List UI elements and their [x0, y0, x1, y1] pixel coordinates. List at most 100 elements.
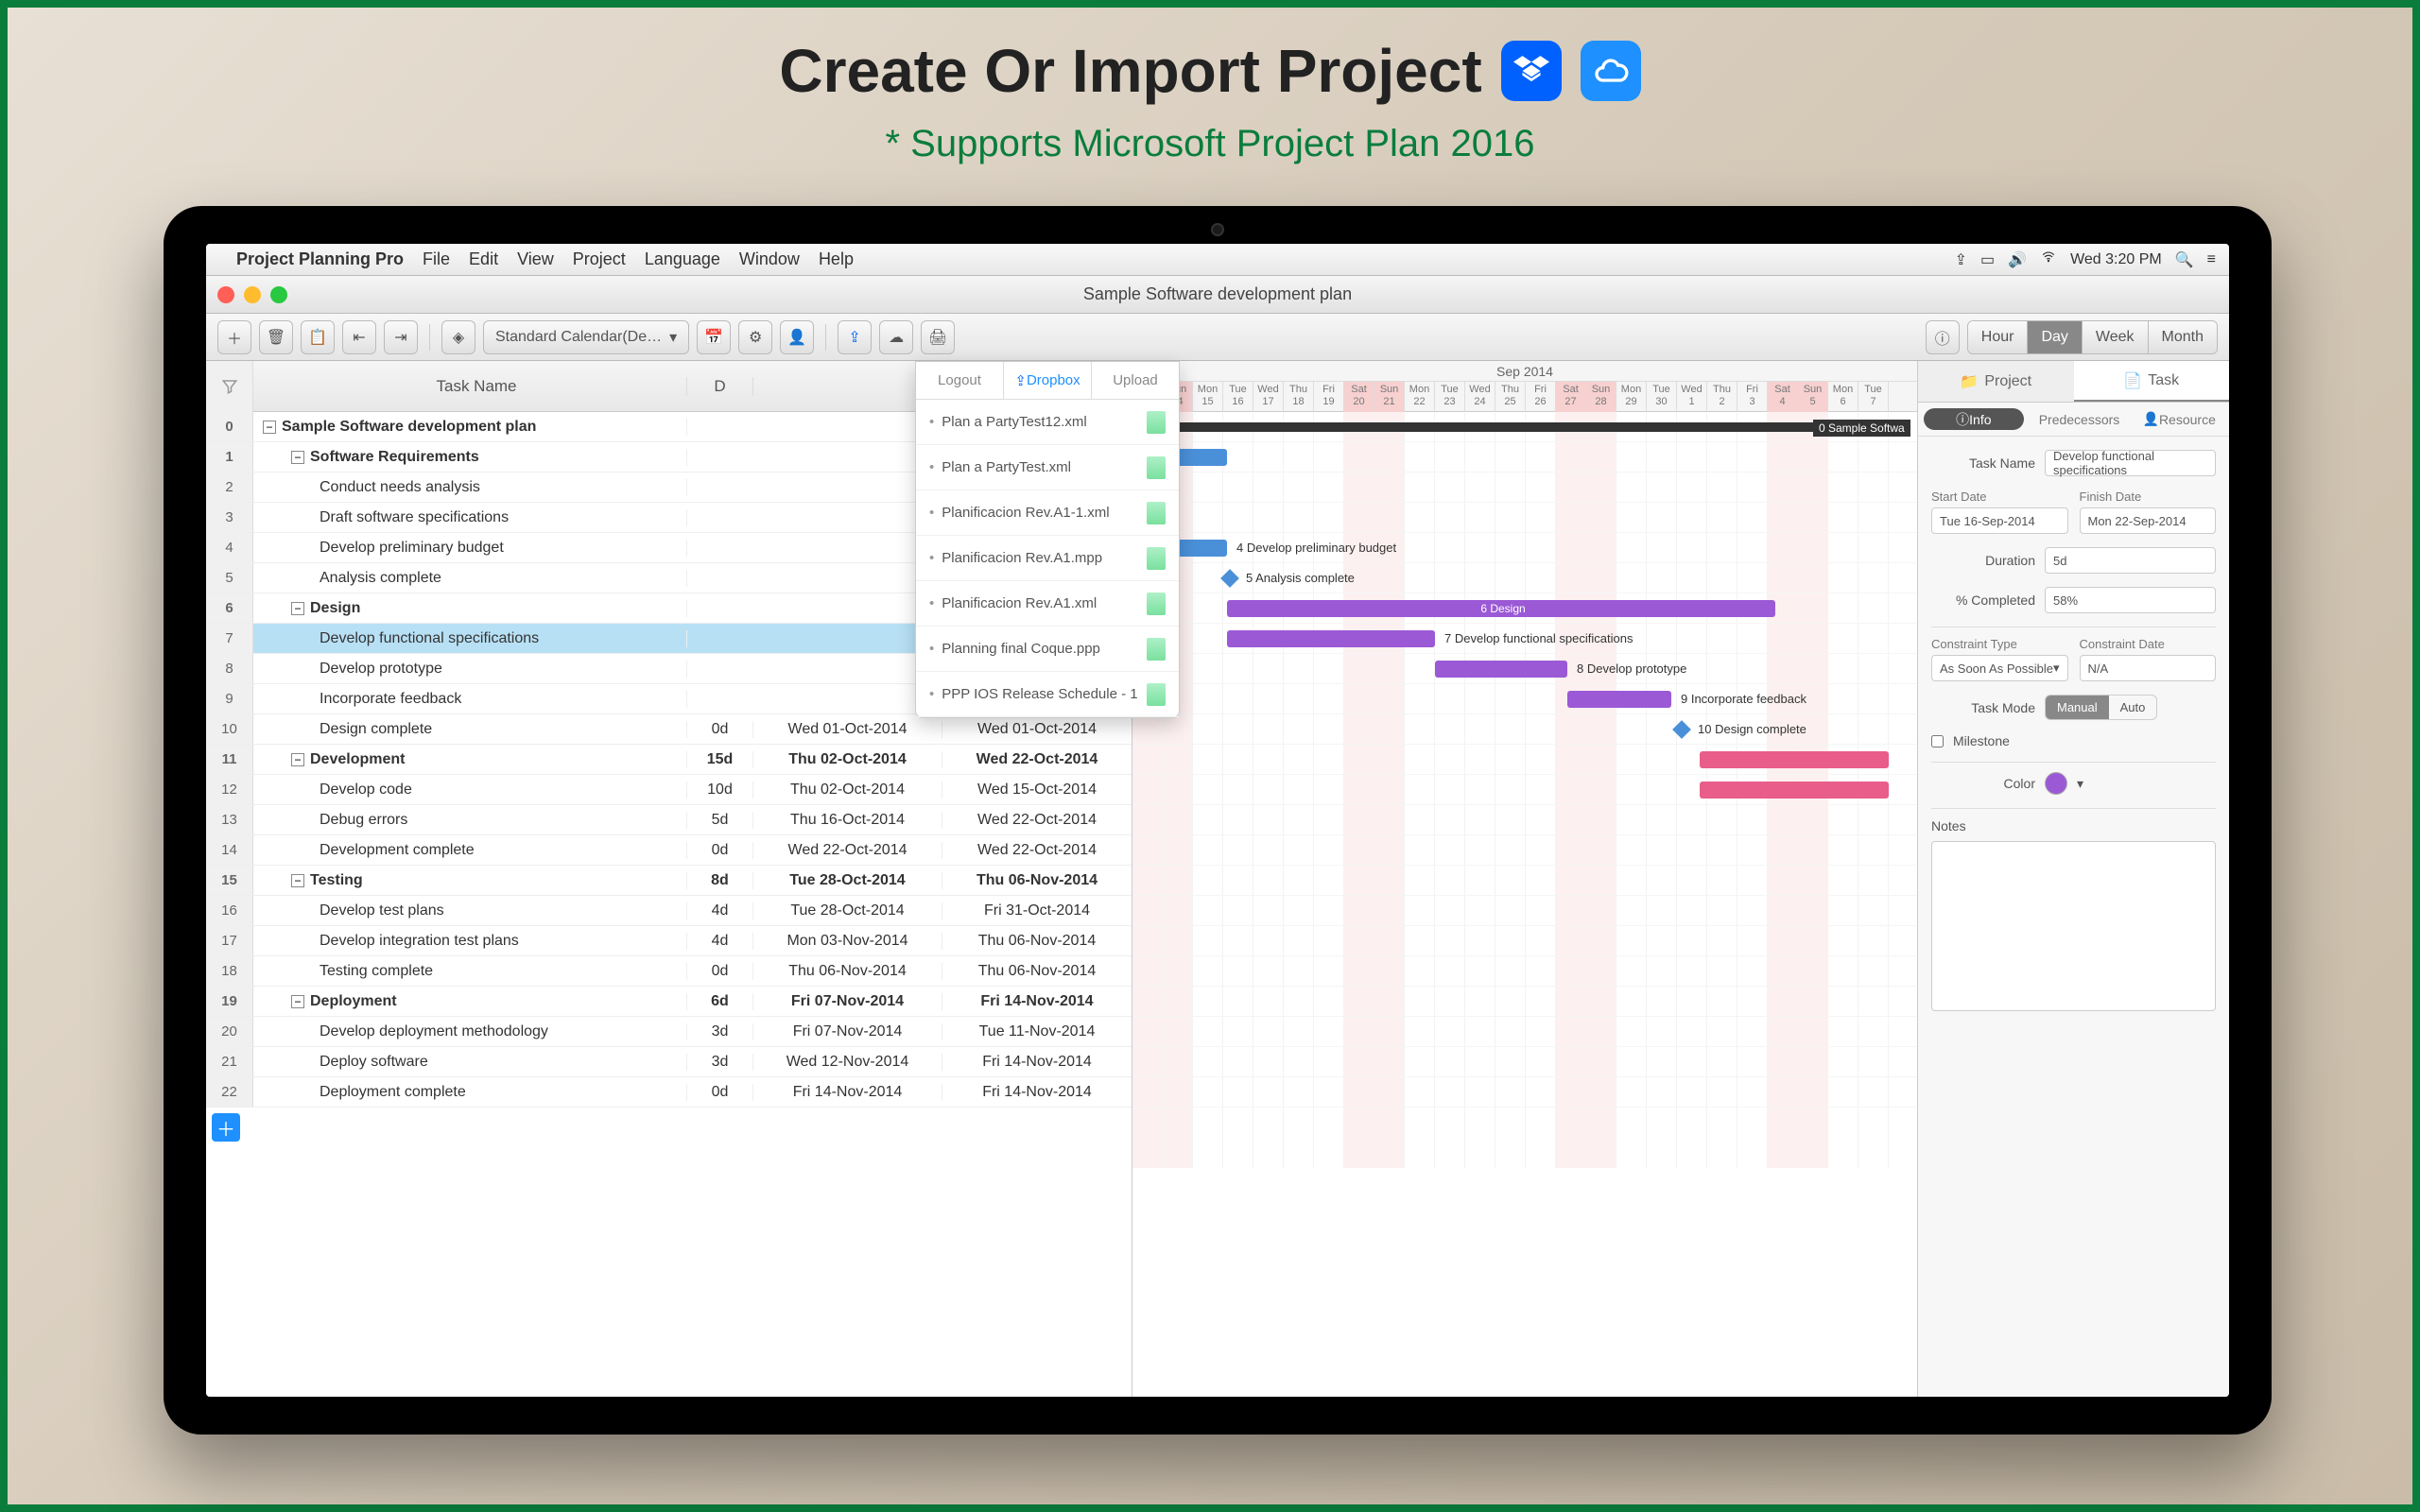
scale-month[interactable]: Month [2149, 321, 2217, 353]
filter-button[interactable] [206, 361, 253, 412]
dropdown-file-item[interactable]: •Planning final Coque.ppp [916, 627, 1179, 672]
subtab-info[interactable]: ⓘ Info [1924, 408, 2024, 430]
minimize-window-button[interactable] [244, 286, 261, 303]
volume-icon[interactable]: 🔊 [2008, 250, 2027, 269]
dropdown-file-item[interactable]: •Plan a PartyTest12.xml [916, 400, 1179, 445]
subtab-resource[interactable]: 👤 Resource [2129, 403, 2229, 436]
collapse-icon[interactable]: − [291, 602, 304, 615]
tab-project[interactable]: 📁 Project [1918, 361, 2074, 402]
notes-textarea[interactable] [1931, 841, 2216, 1011]
gantt-bar[interactable] [1700, 751, 1889, 768]
task-name-input[interactable]: Develop functional specifications [2045, 450, 2216, 476]
collapse-icon[interactable]: − [291, 451, 304, 464]
add-row-button[interactable]: ＋ [212, 1113, 240, 1142]
start-date-input[interactable]: Tue 16-Sep-2014 [1931, 507, 2068, 534]
dropdown-file-item[interactable]: •Plan a PartyTest.xml [916, 445, 1179, 490]
gantt-summary-bar[interactable] [1132, 422, 1889, 432]
menu-edit[interactable]: Edit [469, 249, 498, 269]
gantt-panel[interactable]: Sep 2014 Sat13Sun14Mon15Tue16Wed17Thu18F… [1132, 361, 1917, 1397]
col-task-name[interactable]: Task Name [253, 377, 687, 396]
table-row[interactable]: 15 −Testing 8d Tue 28-Oct-2014 Thu 06-No… [206, 866, 1132, 896]
menu-project[interactable]: Project [573, 249, 626, 269]
menu-file[interactable]: File [423, 249, 450, 269]
color-swatch[interactable] [2045, 772, 2067, 795]
zoom-window-button[interactable] [270, 286, 287, 303]
document-icon [1147, 683, 1166, 706]
table-row[interactable]: 20 Develop deployment methodology 3d Fri… [206, 1017, 1132, 1047]
gantt-milestone[interactable] [1672, 720, 1691, 739]
dropdown-file-item[interactable]: •PPP IOS Release Schedule - 1 [916, 672, 1179, 717]
spotlight-icon[interactable]: 🔍 [2175, 250, 2194, 269]
tab-task[interactable]: 📄 Task [2074, 361, 2230, 402]
menu-help[interactable]: Help [819, 249, 854, 269]
dropbox-status-icon[interactable]: ⇪ [1955, 250, 1967, 269]
table-row[interactable]: 13 Debug errors 5d Thu 16-Oct-2014 Wed 2… [206, 805, 1132, 835]
col-duration[interactable]: D [687, 377, 753, 396]
outdent-button[interactable]: ⇤ [342, 320, 376, 354]
menu-language[interactable]: Language [645, 249, 720, 269]
table-row[interactable]: 22 Deployment complete 0d Fri 14-Nov-201… [206, 1077, 1132, 1108]
settings-button[interactable]: ⚙ [738, 320, 772, 354]
gantt-bar[interactable] [1700, 782, 1889, 799]
delete-task-button[interactable]: 🗑 [259, 320, 293, 354]
gantt-bar[interactable] [1227, 630, 1435, 647]
mode-auto[interactable]: Auto [2109, 696, 2157, 719]
menubar-clock[interactable]: Wed 3:20 PM [2070, 251, 2162, 268]
resource-button[interactable]: 👤 [780, 320, 814, 354]
collapse-icon[interactable]: − [263, 421, 276, 434]
dropbox-button[interactable]: ⇪ [838, 320, 872, 354]
menu-list-icon[interactable]: ≡ [2207, 251, 2216, 268]
link-button[interactable]: ◈ [441, 320, 475, 354]
dropdown-upload[interactable]: Upload [1092, 362, 1179, 399]
milestone-checkbox[interactable] [1931, 735, 1944, 747]
dropdown-file-item[interactable]: •Planificacion Rev.A1.mpp [916, 536, 1179, 581]
duration-input[interactable]: 5d [2045, 547, 2216, 574]
gantt-row [1132, 866, 1917, 896]
wifi-icon[interactable] [2040, 250, 2057, 268]
gantt-milestone[interactable] [1220, 569, 1239, 588]
copy-button[interactable]: 📋 [301, 320, 335, 354]
collapse-icon[interactable]: − [291, 753, 304, 766]
subtab-predecessors[interactable]: Predecessors [2030, 403, 2130, 436]
document-icon [1147, 547, 1166, 570]
constraint-type-select[interactable]: As Soon As Possible ▾ [1931, 655, 2068, 681]
gantt-bar[interactable] [1567, 691, 1671, 708]
display-icon[interactable]: ▭ [1980, 250, 1995, 269]
table-row[interactable]: 19 −Deployment 6d Fri 07-Nov-2014 Fri 14… [206, 987, 1132, 1017]
table-row[interactable]: 10 Design complete 0d Wed 01-Oct-2014 We… [206, 714, 1132, 745]
table-row[interactable]: 11 −Development 15d Thu 02-Oct-2014 Wed … [206, 745, 1132, 775]
table-row[interactable]: 21 Deploy software 3d Wed 12-Nov-2014 Fr… [206, 1047, 1132, 1077]
gantt-bar[interactable]: 6 Design [1227, 600, 1775, 617]
task-mode-toggle[interactable]: Manual Auto [2045, 695, 2157, 720]
gantt-bar[interactable] [1435, 661, 1567, 678]
dropdown-logout[interactable]: Logout [916, 362, 1004, 399]
table-row[interactable]: 18 Testing complete 0d Thu 06-Nov-2014 T… [206, 956, 1132, 987]
menu-view[interactable]: View [517, 249, 554, 269]
collapse-icon[interactable]: − [291, 995, 304, 1008]
table-row[interactable]: 17 Develop integration test plans 4d Mon… [206, 926, 1132, 956]
table-row[interactable]: 16 Develop test plans 4d Tue 28-Oct-2014… [206, 896, 1132, 926]
mode-manual[interactable]: Manual [2046, 696, 2109, 719]
dropdown-dropbox[interactable]: ⇪ Dropbox [1004, 362, 1092, 399]
info-button[interactable]: ⓘ [1926, 320, 1960, 354]
collapse-icon[interactable]: − [291, 874, 304, 887]
icloud-button[interactable]: ☁ [879, 320, 913, 354]
menu-window[interactable]: Window [739, 249, 800, 269]
table-row[interactable]: 14 Development complete 0d Wed 22-Oct-20… [206, 835, 1132, 866]
indent-button[interactable]: ⇥ [384, 320, 418, 354]
scale-week[interactable]: Week [2083, 321, 2149, 353]
scale-day[interactable]: Day [2028, 321, 2082, 353]
dropdown-file-item[interactable]: •Planificacion Rev.A1-1.xml [916, 490, 1179, 536]
calendar-select[interactable]: Standard Calendar(De…▾ [483, 320, 689, 354]
add-task-button[interactable]: ＋ [217, 320, 251, 354]
color-dropdown-icon[interactable]: ▾ [2077, 776, 2083, 792]
close-window-button[interactable] [217, 286, 234, 303]
scale-hour[interactable]: Hour [1968, 321, 2029, 353]
print-button[interactable]: 🖨 [921, 320, 955, 354]
dropdown-file-item[interactable]: •Planificacion Rev.A1.xml [916, 581, 1179, 627]
date-button[interactable]: 📅 [697, 320, 731, 354]
complete-input[interactable]: 58% [2045, 587, 2216, 613]
constraint-date-input[interactable]: N/A [2080, 655, 2217, 681]
finish-date-input[interactable]: Mon 22-Sep-2014 [2080, 507, 2217, 534]
table-row[interactable]: 12 Develop code 10d Thu 02-Oct-2014 Wed … [206, 775, 1132, 805]
